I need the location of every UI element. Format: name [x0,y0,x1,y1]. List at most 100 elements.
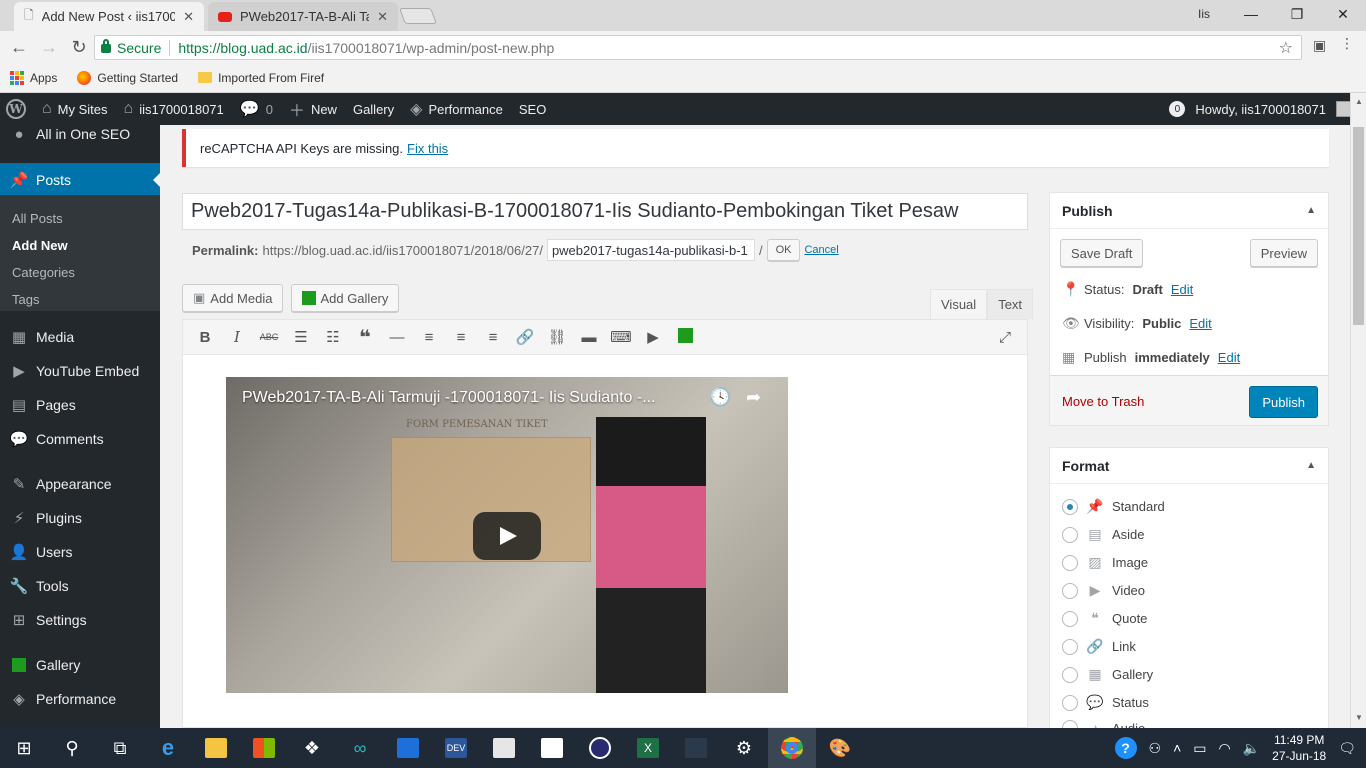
add-media-button[interactable]: ▣ Add Media [182,284,284,312]
numbered-list-icon[interactable]: ☷ [317,328,349,346]
settings-gear-icon[interactable]: ⚙ [720,728,768,768]
submenu-add-new[interactable]: Add New [12,238,68,253]
sidebar-item-media[interactable]: ▦ Media [0,320,160,354]
tab-visual[interactable]: Visual [930,289,988,319]
new-tab-button[interactable] [399,8,437,24]
security-shield-icon[interactable] [384,728,432,768]
edit-visibility-link[interactable]: Edit [1189,316,1211,331]
paint-icon[interactable]: 🎨 [816,728,864,768]
radio-quote[interactable] [1062,610,1078,627]
restore-icon[interactable]: ❐ [1274,0,1320,28]
play-button[interactable] [473,512,541,560]
windows-start-icon[interactable]: ⊞ [0,728,48,768]
secure-indicator[interactable]: Secure [101,39,161,56]
radio-standard[interactable] [1062,498,1078,515]
close-icon[interactable]: ✕ [183,9,194,25]
minimize-icon[interactable]: — [1228,0,1274,28]
sidebar-item-all-in-one-seo[interactable]: ● All in One SEO [0,125,160,151]
strikethrough-icon[interactable]: ABC [253,332,285,342]
sidebar-item-pages[interactable]: ▤ Pages [0,388,160,422]
store-icon[interactable] [240,728,288,768]
youtube-embed-icon[interactable]: ▶ [637,328,669,346]
comments-menu[interactable]: 💬 0 [232,93,281,125]
notification-count[interactable]: 0 [1169,101,1186,117]
radio-image[interactable] [1062,554,1078,571]
sidebar-item-posts[interactable]: 📌 Posts [0,163,160,197]
notifications-icon[interactable]: 🗨 [1338,740,1356,757]
wordpress-logo-menu[interactable]: W [0,93,34,125]
bookmark-apps[interactable]: Apps [10,70,57,85]
howdy-user-menu[interactable]: Howdy, iis1700018071 [1195,102,1326,117]
share-icon[interactable]: ➦ [746,387,761,408]
youtube-video-embed[interactable]: FORM PEMESANAN TIKET PWeb2017-TA-B-Ali T… [226,377,788,693]
sidebar-item-appearance[interactable]: ✎ Appearance [0,467,160,501]
page-scrollbar[interactable]: ▲ ▼ [1350,93,1366,728]
scroll-down-arrow-icon[interactable]: ▼ [1355,713,1363,722]
performance-menu[interactable]: ◈ Performance [402,93,511,125]
reload-icon[interactable]: ↻ [64,37,94,58]
publish-box-header[interactable]: Publish ▲ [1050,193,1328,229]
format-option-video[interactable]: ▶ Video [1062,582,1145,599]
edit-schedule-link[interactable]: Edit [1218,350,1240,365]
sidebar-item-plugins[interactable]: ⚡ Plugins [0,501,160,535]
radio-gallery[interactable] [1062,666,1078,683]
address-bar[interactable]: Secure https://blog.uad.ac.id/iis1700018… [94,35,1302,60]
extension-icon[interactable]: ▣ [1313,37,1326,54]
new-content-menu[interactable]: ＋ New [281,93,345,125]
bookmark-getting-started[interactable]: Getting Started [77,70,178,85]
tab-add-new-post[interactable]: 🗋 Add New Post ‹ iis170001 ✕ [14,2,204,31]
format-option-gallery[interactable]: ▦ Gallery [1062,666,1153,683]
preview-button[interactable]: Preview [1249,239,1318,267]
gallery-icon[interactable] [669,327,701,347]
sidebar-item-settings[interactable]: ⊞ Settings [0,603,160,637]
battery-icon[interactable]: ▭ [1193,740,1206,757]
bookmark-imported-folder[interactable]: Imported From Firef [198,71,324,85]
scrollbar-thumb[interactable] [1353,127,1364,325]
editor-app-icon[interactable] [672,728,720,768]
sidebar-item-comments[interactable]: 💬 Comments [0,422,160,456]
format-option-image[interactable]: ▨ Image [1062,554,1148,571]
site-name-menu[interactable]: ⌂ iis1700018071 [116,93,232,125]
file-explorer-icon[interactable] [192,728,240,768]
toolbar-toggle-icon[interactable]: ⌨ [605,328,637,346]
ok-button[interactable]: OK [766,239,801,261]
edit-status-link[interactable]: Edit [1171,282,1193,297]
dropbox-icon[interactable]: ❖ [288,728,336,768]
horizontal-line-icon[interactable]: — [381,329,413,346]
submenu-tags[interactable]: Tags [12,292,39,307]
media-player-icon[interactable] [576,728,624,768]
watch-later-icon[interactable]: 🕓 [709,387,731,408]
radio-link[interactable] [1062,638,1078,655]
format-option-link[interactable]: 🔗 Link [1062,638,1136,655]
format-option-standard[interactable]: 📌 Standard [1062,498,1165,515]
fix-this-link[interactable]: Fix this [407,141,448,156]
submenu-categories[interactable]: Categories [12,265,75,280]
unlink-icon[interactable]: ⛓ [541,328,573,346]
dev-cpp-icon[interactable]: DEV [432,728,480,768]
align-left-icon[interactable]: ≡ [413,329,445,346]
edge-icon[interactable]: e [144,728,192,768]
read-more-icon[interactable]: ▬ [573,329,605,346]
sidebar-item-performance[interactable]: ◈ Performance [0,682,160,716]
slug-input[interactable]: pweb2017-tugas14a-publikasi-b-1 [546,239,755,261]
help-icon[interactable]: ? [1114,737,1137,759]
link-icon[interactable]: 🔗 [509,328,541,346]
sidebar-item-tools[interactable]: 🔧 Tools [0,569,160,603]
publish-button[interactable]: Publish [1249,386,1318,418]
collapse-arrow-icon[interactable]: ▲ [1306,460,1316,471]
move-to-trash-link[interactable]: Move to Trash [1062,394,1144,409]
back-arrow-icon[interactable]: ← [4,37,34,58]
align-right-icon[interactable]: ≡ [477,329,509,346]
sidebar-item-gallery[interactable]: Gallery [0,648,160,682]
submenu-all-posts[interactable]: All Posts [12,211,63,226]
search-icon[interactable]: ⚲ [48,728,96,768]
seo-menu[interactable]: SEO [511,93,554,125]
collapse-arrow-icon[interactable]: ▲ [1306,205,1316,216]
tab-youtube-video[interactable]: PWeb2017-TA-B-Ali Tarm ✕ [208,2,398,31]
blockquote-icon[interactable]: ❝ [349,325,381,350]
italic-icon[interactable]: I [221,328,253,346]
radio-video[interactable] [1062,582,1078,599]
app-icon[interactable] [480,728,528,768]
menu-icon[interactable]: ⋮ [1340,35,1354,52]
post-title-input[interactable]: Pweb2017-Tugas14a-Publikasi-B-1700018071… [182,193,1028,230]
